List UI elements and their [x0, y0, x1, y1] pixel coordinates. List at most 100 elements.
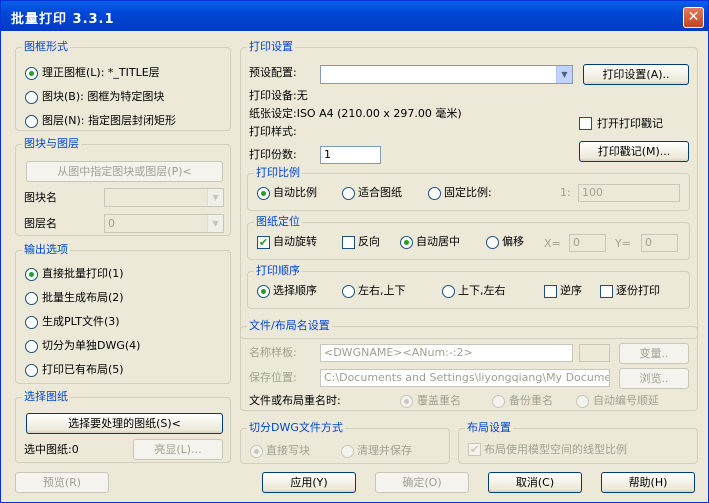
frame-radio-layer[interactable]	[25, 115, 38, 128]
output-radio-plt[interactable]	[25, 316, 38, 329]
scale-option-label[interactable]: 固定比例:	[444, 186, 492, 200]
chevron-down-icon[interactable]: ▼	[207, 215, 223, 232]
copy-by-copy-label[interactable]: 逐份打印	[616, 284, 660, 298]
save-location-input[interactable]: C:\Documents and Settings\liyongqiang\My…	[320, 369, 610, 387]
group-title: 选择图纸	[22, 390, 70, 404]
auto-rotate-checkbox[interactable]: ✔	[257, 236, 270, 249]
center-label[interactable]: 自动居中	[416, 235, 460, 249]
frame-option-label[interactable]: 图块(B): 图框为特定图块	[42, 90, 164, 104]
auto-rotate-label[interactable]: 自动旋转	[273, 235, 317, 249]
reverse-order-checkbox[interactable]	[544, 285, 557, 298]
block-name-label: 图块名	[24, 191, 57, 204]
split-dwg-group: 切分DWG文件方式 直接写块 清理并保存	[240, 421, 450, 464]
rename-option-label[interactable]: 备份重名	[509, 394, 553, 408]
center-radio[interactable]	[400, 236, 413, 249]
linetype-scale-label[interactable]: 布局使用模型空间的线型比例	[484, 443, 627, 457]
block-name-combo[interactable]: ▼	[104, 188, 224, 207]
variable-button[interactable]: 变量..	[619, 343, 689, 364]
offset-radio[interactable]	[486, 236, 499, 249]
output-option-label[interactable]: 生成PLT文件(3)	[42, 315, 120, 329]
frame-format-group: 图框形式 理正图框(L): *_TITLE层 图块(B): 图框为特定图块 图层…	[15, 40, 231, 131]
pick-block-layer-button[interactable]: 从图中指定图块或图层(P)<	[26, 161, 223, 182]
order-option-label[interactable]: 选择顺序	[273, 284, 317, 298]
rename-option-label[interactable]: 覆盖重名	[417, 394, 461, 408]
output-option-label[interactable]: 切分为单独DWG(4)	[42, 339, 140, 353]
open-stamp-checkbox[interactable]	[579, 117, 592, 130]
scale-option-label[interactable]: 适合图纸	[358, 186, 402, 200]
order-radio-lr-tb[interactable]	[342, 285, 355, 298]
reverse-order-label[interactable]: 逆序	[560, 284, 582, 298]
group-title: 打印顺序	[254, 264, 302, 278]
split-option-label[interactable]: 清理并保存	[357, 444, 412, 458]
offset-x-label: X=	[544, 237, 561, 250]
chevron-down-icon[interactable]: ▼	[556, 66, 572, 83]
scale-ratio-input[interactable]: 100	[578, 184, 680, 202]
preview-button[interactable]: 预览(R)	[15, 472, 109, 493]
output-radio-split-dwg[interactable]	[25, 340, 38, 353]
frame-option-label[interactable]: 图层(N): 指定图层封闭矩形	[42, 114, 176, 128]
output-radio-existing-layouts[interactable]	[25, 364, 38, 377]
highlight-button[interactable]: 亮显(L)...	[133, 439, 223, 460]
scale-radio-auto[interactable]	[257, 187, 270, 200]
block-layer-group: 图块与图层 从图中指定图块或图层(P)< 图块名 ▼ 图层名 0 ▼	[15, 137, 231, 236]
preset-combo[interactable]: ▼	[320, 65, 573, 84]
scale-ratio-prefix: 1:	[560, 186, 571, 199]
close-icon[interactable]: ✕	[683, 7, 704, 28]
rename-option-label[interactable]: 自动编号顺延	[593, 394, 659, 408]
output-option-label[interactable]: 打印已有布局(5)	[42, 363, 124, 377]
output-options-group: 输出选项 直接批量打印(1) 批量生成布局(2) 生成PLT文件(3) 切分为单…	[15, 243, 231, 384]
group-title: 输出选项	[22, 243, 70, 257]
apply-button[interactable]: 应用(Y)	[262, 472, 356, 493]
window-title: 批量打印 3.3.1	[11, 12, 115, 27]
output-radio-direct-print[interactable]	[25, 268, 38, 281]
output-radio-layouts[interactable]	[25, 292, 38, 305]
open-stamp-label[interactable]: 打开打印戳记	[597, 117, 663, 131]
name-template-label: 名称样板:	[249, 346, 297, 359]
layer-name-label: 图层名	[24, 217, 57, 230]
split-option-label[interactable]: 直接写块	[266, 444, 310, 458]
ok-button[interactable]: 确定(O)	[375, 472, 469, 493]
scale-radio-fixed[interactable]	[428, 187, 441, 200]
scale-radio-fit[interactable]	[342, 187, 355, 200]
title-bar[interactable]: 批量打印 3.3.1 ✕	[1, 1, 708, 31]
copies-input[interactable]: 1	[320, 146, 381, 164]
offset-y-input[interactable]: 0	[641, 234, 678, 252]
print-stamp-button[interactable]: 打印戳记(M)...	[579, 141, 689, 162]
reverse-label[interactable]: 反向	[358, 235, 380, 249]
offset-x-input[interactable]: 0	[569, 234, 606, 252]
rename-radio-overwrite[interactable]	[400, 395, 413, 408]
linetype-scale-checkbox[interactable]: ✔	[468, 443, 481, 456]
copy-by-copy-checkbox[interactable]	[600, 285, 613, 298]
paper-setting: 纸张设定:ISO A4 (210.00 x 297.00 毫米)	[249, 107, 462, 120]
rename-label: 文件或布局重名时:	[249, 394, 341, 407]
browse-button[interactable]: 浏览..	[619, 368, 689, 389]
rename-radio-autonumber[interactable]	[576, 395, 589, 408]
order-option-label[interactable]: 左右,上下	[358, 284, 406, 298]
split-radio-write-block[interactable]	[250, 445, 263, 458]
output-option-label[interactable]: 批量生成布局(2)	[42, 291, 124, 305]
frame-radio-block[interactable]	[25, 91, 38, 104]
order-radio-selection[interactable]	[257, 285, 270, 298]
cancel-button[interactable]: 取消(C)	[488, 472, 582, 493]
order-option-label[interactable]: 上下,左右	[458, 284, 506, 298]
split-radio-purge-save[interactable]	[341, 445, 354, 458]
name-template-input[interactable]: <DWGNAME><ANum:-:2>	[320, 344, 573, 362]
layer-name-combo[interactable]: 0 ▼	[104, 214, 224, 233]
chevron-down-icon[interactable]: ▼	[207, 189, 223, 206]
print-settings-button[interactable]: 打印设置(A)..	[583, 64, 689, 85]
scale-option-label[interactable]: 自动比例	[273, 186, 317, 200]
rename-radio-backup[interactable]	[492, 395, 505, 408]
print-scale-group: 打印比例 自动比例 适合图纸 固定比例: 1: 100	[247, 166, 690, 211]
offset-label[interactable]: 偏移	[502, 235, 524, 249]
group-title: 文件/布局名设置	[247, 319, 332, 333]
order-radio-tb-lr[interactable]	[442, 285, 455, 298]
reverse-checkbox[interactable]	[342, 236, 355, 249]
frame-radio-title[interactable]	[25, 67, 38, 80]
select-drawings-button[interactable]: 选择要处理的图纸(S)<	[26, 413, 223, 434]
help-button[interactable]: 帮助(H)	[601, 472, 695, 493]
frame-option-label[interactable]: 理正图框(L): *_TITLE层	[42, 66, 160, 80]
copies-label: 打印份数:	[249, 148, 297, 161]
select-drawings-group: 选择图纸 选择要处理的图纸(S)< 选中图纸:0 亮显(L)...	[15, 390, 231, 463]
name-template-extra[interactable]	[579, 344, 610, 362]
output-option-label[interactable]: 直接批量打印(1)	[42, 267, 124, 281]
